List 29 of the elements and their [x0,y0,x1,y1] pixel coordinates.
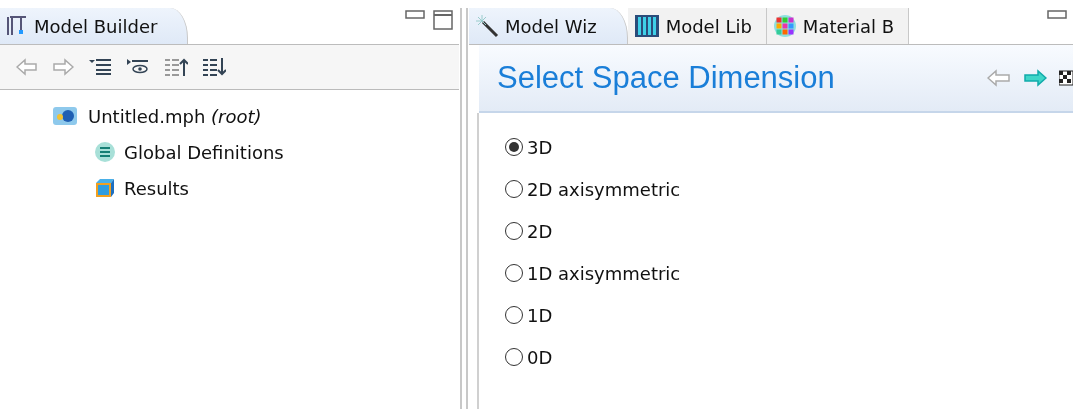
model-icon [50,105,80,127]
tree-item[interactable]: Global Definitions [124,141,284,163]
wand-icon [475,14,499,38]
minimize-icon[interactable] [405,10,425,20]
books-icon [633,14,660,38]
panel-tab[interactable]: Model Builder [0,8,189,44]
maximize-icon[interactable] [433,10,453,30]
move-up-icon[interactable] [164,57,188,77]
radio-option[interactable]: 0D [505,341,1073,373]
radio-option[interactable]: 2D [505,215,1073,247]
tree-item[interactable]: Results [124,177,189,199]
finish-flag-icon[interactable] [1059,69,1073,87]
eye-list-icon[interactable] [126,58,150,76]
panel-tab[interactable]: Material B [766,8,910,44]
list-icon[interactable] [88,58,112,76]
list-icon [94,141,116,163]
radio-option[interactable]: 1D [505,299,1073,331]
tree-item[interactable]: Untitled.mph (root) [88,105,262,127]
move-down-icon[interactable] [202,57,226,77]
cube-icon [94,178,116,198]
panel-tab[interactable]: Model Wiz [469,8,628,44]
builder-icon [6,14,28,38]
radio-option[interactable]: 2D axisymmetric [505,173,1073,205]
page-title: Select Space Dimension [497,60,835,96]
minimize-icon[interactable] [1047,10,1067,20]
panel-tab[interactable]: Model Lib [627,8,767,44]
grid-icon [772,14,797,38]
radio-option[interactable]: 1D axisymmetric [505,257,1073,289]
radio-option[interactable]: 3D [505,131,1073,163]
